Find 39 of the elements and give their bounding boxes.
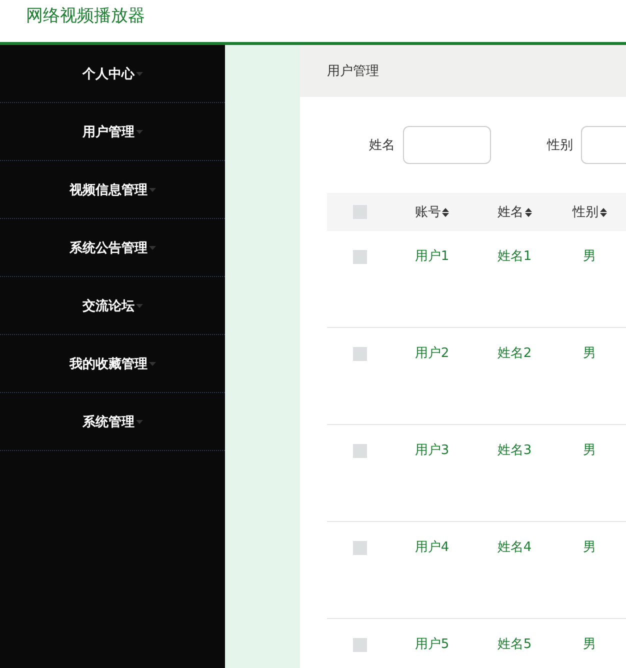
table-cell-text: 男 [583,248,596,265]
table-cell-text: 男 [583,442,596,459]
caret-icon [136,420,142,424]
checkbox[interactable] [352,347,366,361]
caret-icon [148,188,156,192]
sort-icon [524,208,532,216]
table-cell-text: 用户5 [414,636,450,653]
caret-icon [136,130,142,134]
caret-icon [136,72,142,76]
table-cell-text: 姓名1 [497,248,532,265]
caret-icon [148,246,156,250]
table-cell-text: 男 [583,539,596,556]
table-cell-text: 姓名3 [497,442,532,459]
table-cell-text: 男 [583,345,596,362]
caret-icon [136,304,142,308]
field-label: 性别 [547,137,573,154]
input-field[interactable] [403,126,491,164]
checkbox[interactable] [352,205,366,219]
sort-icon [442,208,449,216]
checkbox[interactable] [352,444,366,458]
table-cell-text: 用户2 [414,345,450,362]
column-header[interactable]: 性别 [572,203,606,221]
site-title: 网络视频播放器 [26,5,145,27]
table-cell-text: 用户3 [414,442,450,459]
breadcrumb: 用户管理 [327,63,379,80]
field-label: 姓名 [369,137,395,154]
table-cell-text: 男 [583,636,596,653]
checkbox[interactable] [352,250,366,264]
caret-icon [148,362,156,366]
checkbox[interactable] [352,638,366,652]
table-cell-text: 用户4 [414,539,450,556]
column-header[interactable]: 姓名 [498,203,532,221]
sort-icon [600,208,606,216]
table-cell-text: 姓名5 [497,636,532,653]
checkbox[interactable] [352,541,366,555]
table-cell-text: 姓名4 [497,539,532,556]
table-cell-text: 用户1 [414,248,450,265]
column-header[interactable]: 账号 [415,203,449,221]
table-cell-text: 姓名2 [497,345,532,362]
